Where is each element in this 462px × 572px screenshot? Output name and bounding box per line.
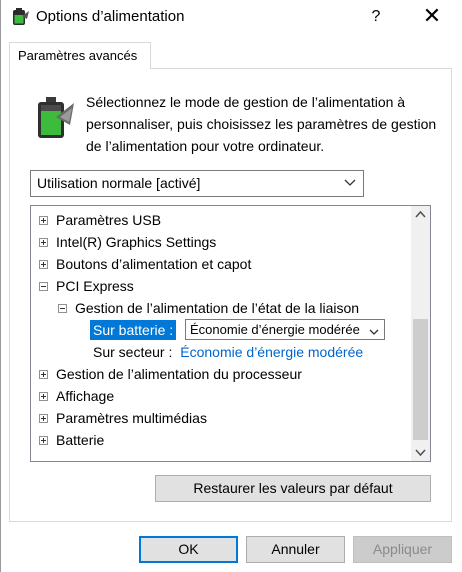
expand-icon[interactable] <box>39 216 48 225</box>
expand-icon[interactable] <box>39 436 48 445</box>
restore-defaults-button[interactable]: Restaurer les valeurs par défaut <box>155 475 431 502</box>
tab-advanced-settings[interactable]: Paramètres avancés <box>9 42 151 69</box>
collapse-icon[interactable] <box>39 282 48 291</box>
power-plan-value: Utilisation normale [activé] <box>37 175 201 191</box>
ok-button[interactable]: OK <box>139 536 238 563</box>
expand-icon[interactable] <box>39 260 48 269</box>
title-bar[interactable]: Options d’alimentation ? ✕ <box>1 0 462 33</box>
window-title: Options d’alimentation <box>36 8 185 25</box>
chevron-down-icon <box>343 175 357 189</box>
battery-icon <box>34 95 76 141</box>
expand-icon[interactable] <box>39 238 48 247</box>
expand-icon[interactable] <box>39 392 48 401</box>
power-options-icon <box>10 7 30 27</box>
cancel-button[interactable]: Annuler <box>246 536 345 563</box>
scroll-up-icon[interactable] <box>411 206 430 223</box>
vertical-scrollbar[interactable] <box>411 206 430 461</box>
scroll-thumb[interactable] <box>413 319 428 440</box>
scroll-down-icon[interactable] <box>411 444 430 461</box>
power-plan-select[interactable]: Utilisation normale [activé] <box>30 170 364 197</box>
on-ac-value-link[interactable]: Économie d’énergie modérée <box>180 344 363 360</box>
on-battery-label: Sur batterie : <box>90 320 177 340</box>
apply-button[interactable]: Appliquer <box>353 536 452 563</box>
on-ac-label: Sur secteur : <box>93 344 173 360</box>
expand-icon[interactable] <box>39 414 48 423</box>
expand-icon[interactable] <box>39 370 48 379</box>
settings-tree[interactable]: Paramètres USB Intel(R) Graphics Setting… <box>30 205 431 462</box>
help-button[interactable]: ? <box>361 3 391 31</box>
close-button[interactable]: ✕ <box>415 3 449 31</box>
chevron-down-icon <box>368 324 380 336</box>
intro-text: Sélectionnez le mode de gestion de l’ali… <box>86 94 437 154</box>
tree-item-on-ac[interactable]: Sur secteur : Économie d’énergie modérée <box>93 341 363 363</box>
window-border <box>0 0 1 572</box>
collapse-icon[interactable] <box>58 304 67 313</box>
on-battery-select[interactable]: Économie d’énergie modérée <box>185 319 385 340</box>
on-battery-value: Économie d’énergie modérée <box>190 322 360 337</box>
